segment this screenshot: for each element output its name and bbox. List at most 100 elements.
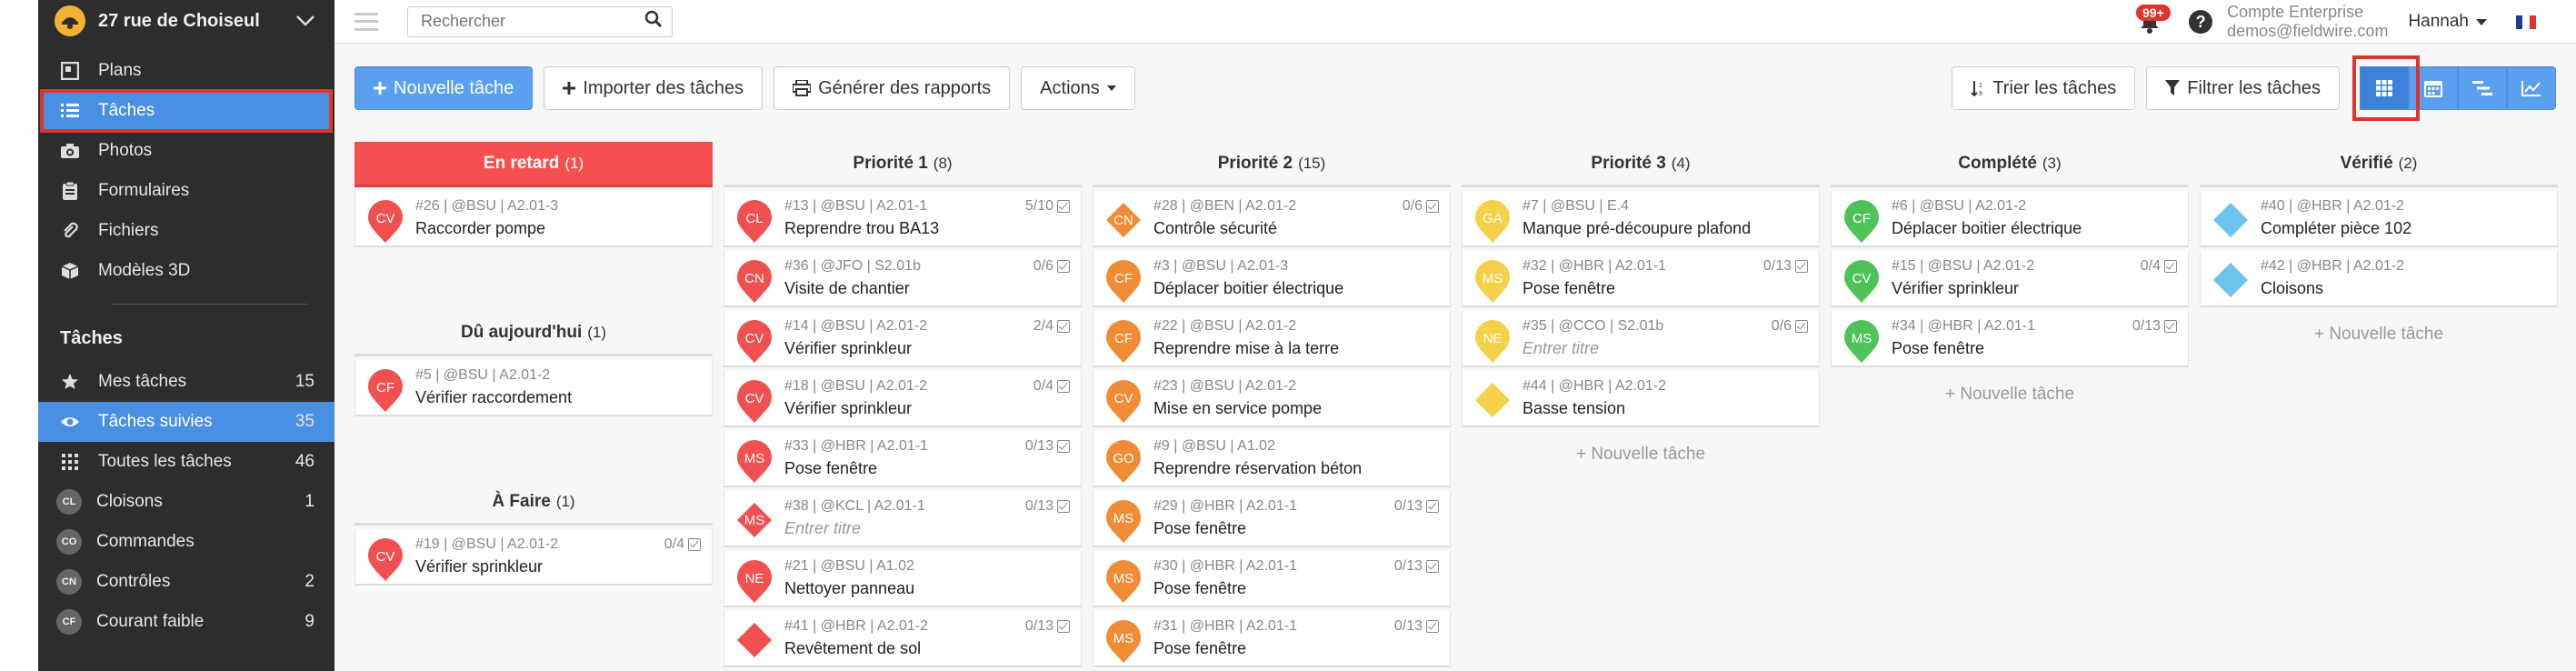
- task-card[interactable]: MS #31 | @HBR | A2.01-1 Pose fenêtre 0/13: [1093, 611, 1451, 667]
- task-meta: #15 | @BSU | A2.01-2: [1892, 258, 2035, 274]
- sidebar-item-courant-faible[interactable]: CF Courant faible 9: [38, 602, 334, 642]
- checkbox-icon: [1057, 260, 1070, 273]
- task-card[interactable]: CF #6 | @BSU | A2.01-2 Déplacer boitier él…: [1831, 191, 2189, 247]
- sort-tasks-label: Trier les tâches: [1992, 77, 2117, 98]
- sidebar-item-label: Modèles 3D: [98, 261, 191, 280]
- sidebar-item-formulaires[interactable]: Formulaires: [38, 171, 334, 211]
- task-card[interactable]: CV #14 | @BSU | A2.01-2 Vérifier sprinkleu…: [724, 311, 1082, 367]
- gantt-view-button[interactable]: [2458, 66, 2507, 110]
- task-card[interactable]: #42 | @HBR | A2.01-2 Cloisons: [2200, 251, 2558, 307]
- hamburger-menu-icon[interactable]: [354, 12, 378, 31]
- task-card[interactable]: CF #22 | @BSU | A2.01-2 Reprendre mise à l…: [1093, 311, 1451, 367]
- task-card[interactable]: MS #33 | @HBR | A2.01-1 Pose fenêtre 0/13: [724, 431, 1082, 487]
- sidebar-item-taches[interactable]: Tâches: [40, 89, 333, 133]
- task-pin-marker: MS: [1475, 260, 1510, 303]
- checklist-progress: 0/13: [2132, 318, 2177, 335]
- task-title: Visite de chantier: [784, 279, 910, 297]
- actions-dropdown[interactable]: Actions: [1021, 66, 1135, 110]
- task-card[interactable]: CV #15 | @BSU | A2.01-2 Vérifier sprinkleu…: [1831, 251, 2189, 307]
- sidebar-item-fichiers[interactable]: Fichiers: [38, 211, 334, 251]
- task-card[interactable]: NE #21 | @BSU | A1.02 Nettoyer panneau: [724, 551, 1082, 607]
- search-icon[interactable]: [644, 10, 663, 33]
- task-card[interactable]: MS #34 | @HBR | A2.01-1 Pose fenêtre 0/13: [1831, 311, 2189, 367]
- checkbox-icon: [1057, 500, 1070, 513]
- column-count: (4): [1671, 154, 1691, 172]
- sidebar-item-plans[interactable]: Plans: [38, 51, 334, 91]
- task-card[interactable]: MS #32 | @HBR | A2.01-1 Pose fenêtre 0/13: [1462, 251, 1820, 307]
- plus-icon: [563, 82, 576, 95]
- new-task-button[interactable]: Nouvelle tâche: [354, 66, 534, 110]
- add-task-link[interactable]: + Nouvelle tâche: [2200, 307, 2558, 362]
- sidebar-divider: [111, 304, 307, 305]
- task-meta: #28 | @BEN | A2.01-2: [1153, 198, 1297, 214]
- actions-label: Actions: [1040, 77, 1100, 98]
- task-card[interactable]: CV #26 | @BSU | A2.01-3 Raccorder pompe: [354, 191, 713, 247]
- task-card[interactable]: CN #36 | @JFO | S2.01b Visite de chantier 0…: [724, 251, 1082, 307]
- sidebar-item-modeles-3d[interactable]: Modèles 3D: [38, 251, 334, 291]
- checklist-progress: 0/6: [1033, 258, 1070, 275]
- checkbox-icon: [1426, 620, 1439, 633]
- task-title: Cloisons: [2261, 279, 2324, 297]
- generate-reports-button[interactable]: Générer des rapports: [774, 66, 1011, 110]
- toolbar: Nouvelle tâche Importer des tâches Génér…: [334, 55, 2576, 121]
- checklist-progress: 0/13: [1394, 618, 1439, 635]
- task-title: Basse tension: [1523, 399, 1626, 417]
- checklist-progress: 0/4: [2141, 258, 2177, 275]
- project-switcher[interactable]: 27 rue de Choiseul: [38, 0, 334, 42]
- help-button[interactable]: ?: [2189, 10, 2213, 34]
- task-card[interactable]: CL #13 | @BSU | A2.01-1 Reprendre trou BA1…: [724, 191, 1082, 247]
- sidebar-item-label: Commandes: [96, 532, 195, 551]
- filter-tasks-button[interactable]: Filtrer les tâches: [2146, 66, 2340, 110]
- task-card[interactable]: MS #38 | @KCL | A2.01-1 Entrer titre 0/13: [724, 491, 1082, 547]
- sidebar-item-toutes-les-taches[interactable]: Toutes les tâches 46: [38, 442, 334, 482]
- task-card[interactable]: CV #23 | @BSU | A2.01-2 Mise en service po…: [1093, 371, 1451, 427]
- task-card[interactable]: CF #5 | @BSU | A2.01-2 Vérifier raccordeme…: [354, 360, 713, 416]
- task-meta: #7 | @BSU | E.4: [1523, 198, 1630, 214]
- account-info[interactable]: Compte Enterprise demos@fieldwire.com: [2227, 3, 2388, 41]
- chevron-down-icon[interactable]: [293, 8, 318, 34]
- sidebar-item-cloisons[interactable]: CL Cloisons 1: [38, 482, 334, 522]
- notifications-button[interactable]: 99+: [2136, 5, 2171, 35]
- task-title: Déplacer boitier électrique: [1153, 279, 1344, 297]
- task-card[interactable]: NE #35 | @CCO | S2.01b Entrer titre 0/6: [1462, 311, 1820, 367]
- task-card[interactable]: #44 | @HBR | A2.01-2 Basse tension: [1462, 371, 1820, 427]
- sidebar-item-label: Contrôles: [96, 572, 171, 591]
- task-card[interactable]: #41 | @HBR | A2.01-2 Revêtement de sol 0/1…: [724, 611, 1082, 667]
- task-card[interactable]: CV #19 | @BSU | A2.01-2 Vérifier sprinkleu…: [354, 529, 713, 586]
- column-title: Priorité 2: [1217, 153, 1293, 173]
- board-column: Priorité 2 (15) CN #28 | @BEN | A2.01-2 Cont…: [1093, 142, 1451, 667]
- add-task-link[interactable]: + Nouvelle tâche: [1831, 367, 2189, 422]
- task-card[interactable]: GO #9 | @BSU | A1.02 Reprendre réservation…: [1093, 431, 1451, 487]
- chart-view-button[interactable]: [2507, 66, 2556, 110]
- sidebar-item-commandes[interactable]: CO Commandes: [38, 522, 334, 562]
- import-tasks-button[interactable]: Importer des tâches: [544, 66, 764, 110]
- task-initials: CF: [1114, 331, 1133, 346]
- french-flag-icon[interactable]: [2516, 15, 2536, 29]
- task-card[interactable]: CV #18 | @BSU | A2.01-2 Vérifier sprinkleu…: [724, 371, 1082, 427]
- task-meta: #5 | @BSU | A2.01-2: [415, 367, 551, 383]
- column-title: Priorité 3: [1591, 153, 1666, 173]
- task-card[interactable]: GA #7 | @BSU | E.4 Manque pré-découpure pl…: [1462, 191, 1820, 247]
- user-menu[interactable]: Hannah: [2408, 12, 2487, 32]
- task-card[interactable]: MS #29 | @HBR | A2.01-1 Pose fenêtre 0/13: [1093, 491, 1451, 547]
- task-pin-marker: CF: [368, 369, 403, 412]
- sidebar-item-controles[interactable]: CN Contrôles 2: [38, 562, 334, 602]
- sidebar-item-taches-suivies[interactable]: Tâches suivies 35: [38, 402, 334, 442]
- task-card[interactable]: CN #28 | @BEN | A2.01-2 Contrôle sécurité 0…: [1093, 191, 1451, 247]
- task-meta: #30 | @HBR | A2.01-1: [1153, 558, 1297, 574]
- sidebar-item-photos[interactable]: Photos: [38, 131, 334, 171]
- task-card[interactable]: #40 | @HBR | A2.01-2 Compléter pièce 102: [2200, 191, 2558, 247]
- sidebar-item-count: 2: [305, 572, 315, 591]
- add-task-link[interactable]: + Nouvelle tâche: [1462, 427, 1820, 482]
- sort-tasks-button[interactable]: 19 Trier les tâches: [1952, 66, 2136, 110]
- task-meta: #36 | @JFO | S2.01b: [784, 258, 921, 274]
- sidebar-item-mes-taches[interactable]: Mes tâches 15: [38, 362, 334, 402]
- task-pin-marker: NE: [1475, 320, 1510, 363]
- task-pin-marker: CL: [737, 200, 772, 243]
- task-meta: #14 | @BSU | A2.01-2: [784, 318, 928, 334]
- task-card[interactable]: CF #3 | @BSU | A2.01-3 Déplacer boitier él…: [1093, 251, 1451, 307]
- category-badge: CN: [56, 569, 82, 595]
- camera-icon: [60, 141, 80, 161]
- task-card[interactable]: MS #30 | @HBR | A2.01-1 Pose fenêtre 0/13: [1093, 551, 1451, 607]
- search-input[interactable]: [421, 12, 644, 31]
